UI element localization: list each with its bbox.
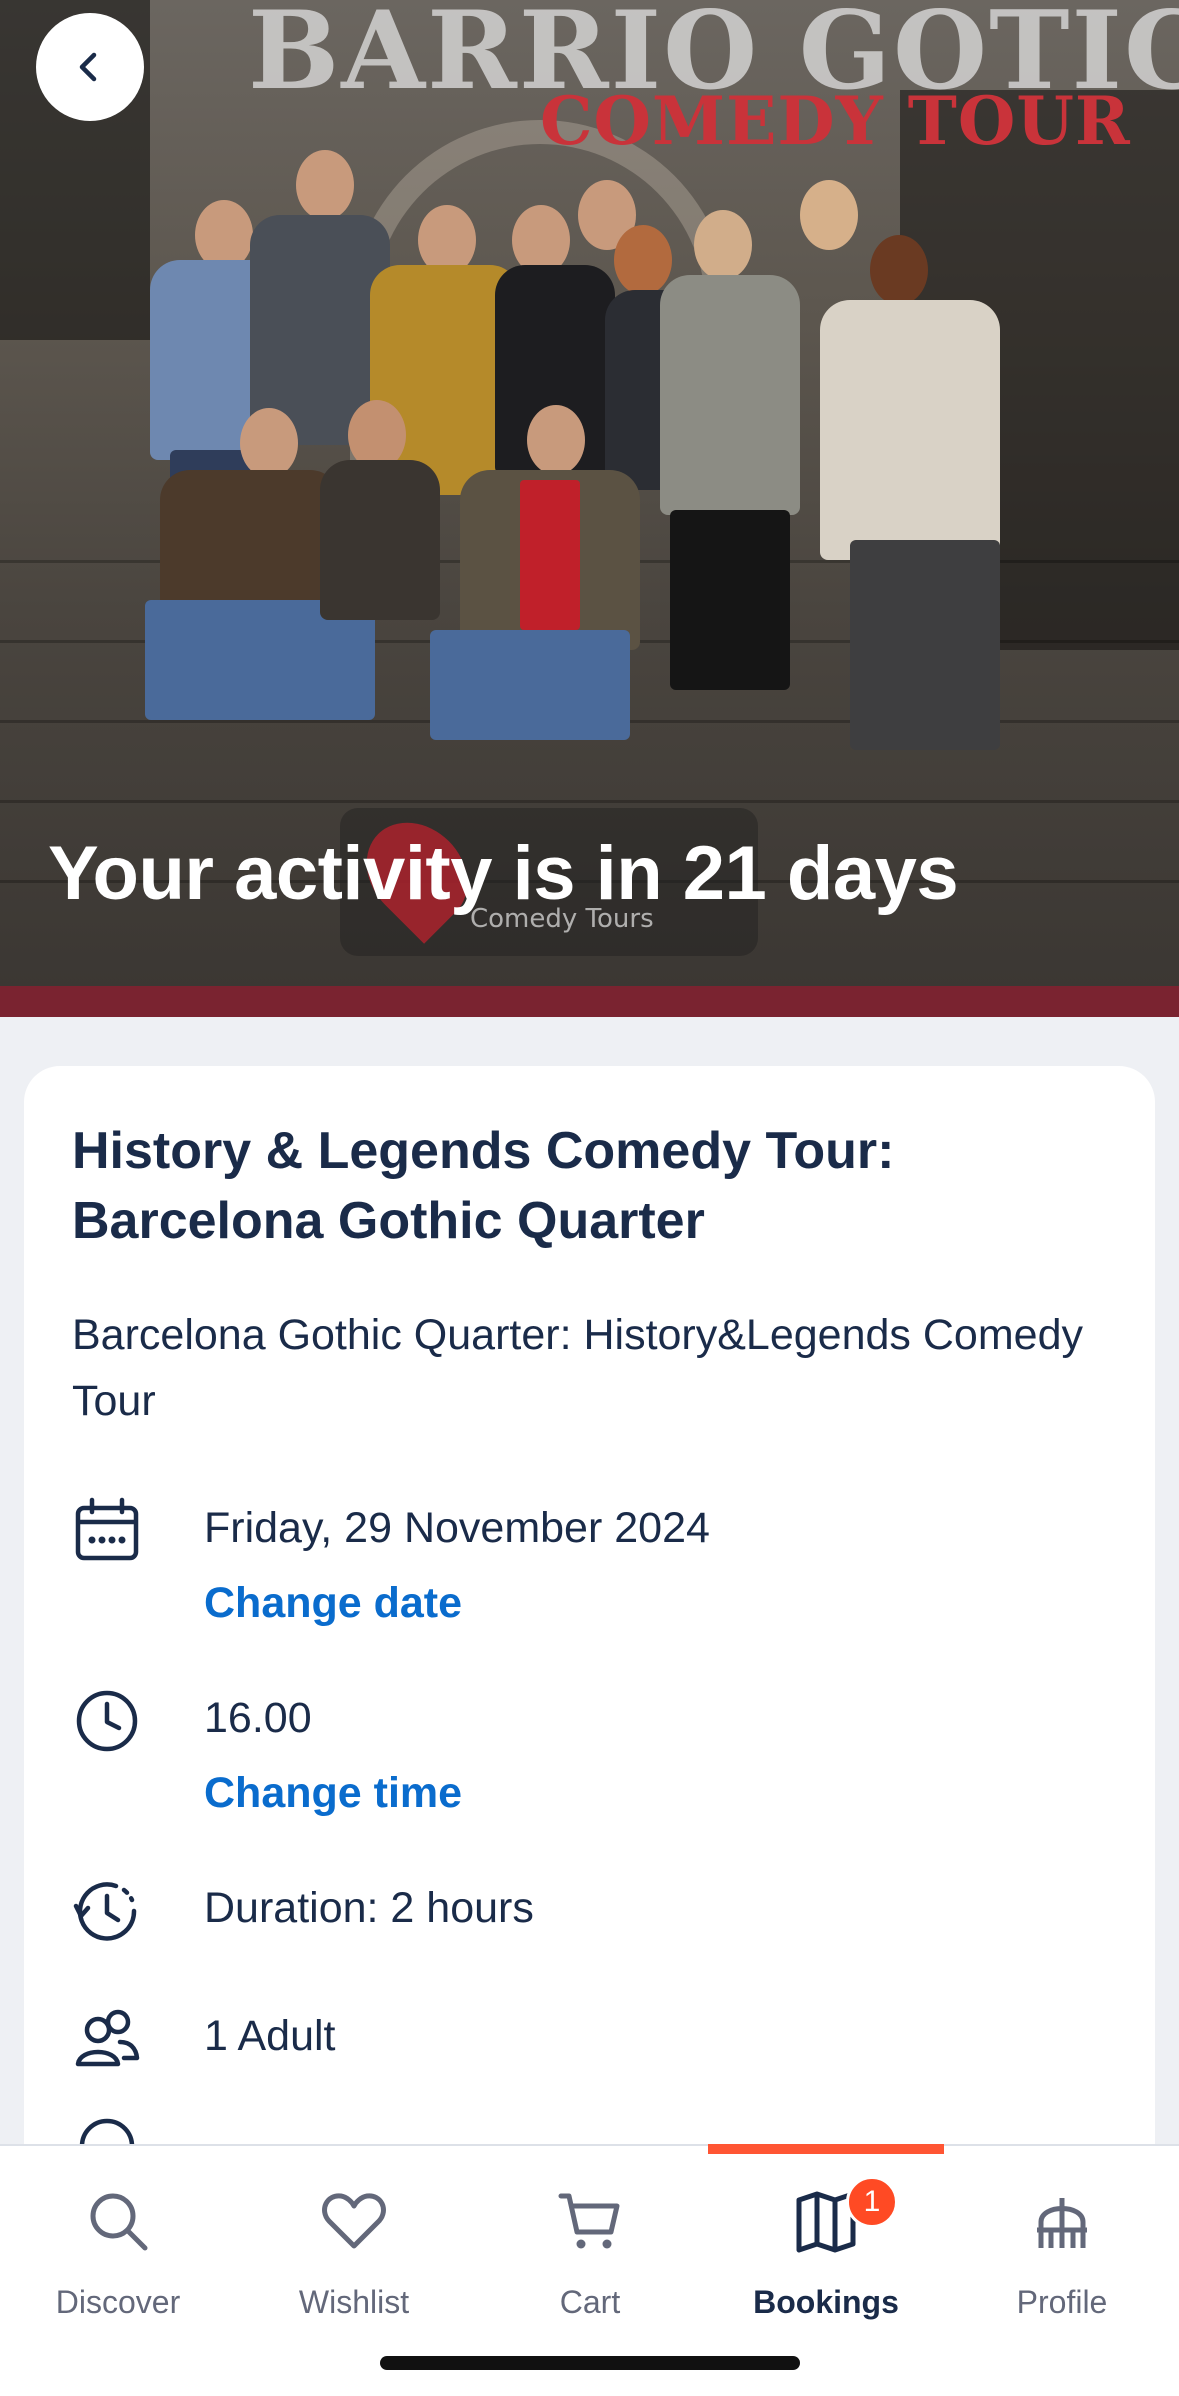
nav-label-profile: Profile <box>1016 2284 1108 2320</box>
bookings-badge: 1 <box>846 2176 898 2228</box>
change-date-link[interactable]: Change date <box>204 1579 462 1628</box>
participants-row: 1 Adult <box>72 2004 1102 2084</box>
change-time-link[interactable]: Change time <box>204 1769 462 1818</box>
cart-icon <box>558 2193 620 2249</box>
search-icon <box>90 2193 148 2251</box>
nav-discover[interactable]: Discover <box>0 2176 236 2326</box>
next-row-partial <box>72 2106 142 2147</box>
chevron-left-icon <box>79 52 97 82</box>
hero-image: BARRIO GOTICO COMEDY TOUR <box>0 0 1179 1017</box>
activity-duration: Duration: 2 hours <box>204 1884 534 1932</box>
time-row: 16.00 Change time <box>72 1686 1102 1836</box>
people-icon <box>75 2009 140 2067</box>
duration-row: Duration: 2 hours <box>72 1876 1102 1956</box>
clock-icon <box>76 1690 138 1752</box>
nav-wishlist[interactable]: Wishlist <box>236 2176 472 2326</box>
booking-details-card: History & Legends Comedy Tour: Barcelona… <box>24 1066 1155 2166</box>
nav-label-wishlist: Wishlist <box>298 2284 410 2320</box>
hero-bottom-band <box>0 986 1179 1017</box>
nav-profile[interactable]: Profile <box>944 2176 1179 2326</box>
participants-count: 1 Adult <box>204 2012 336 2060</box>
booking-time: 16.00 <box>204 1694 312 1742</box>
nav-label-cart: Cart <box>559 2284 621 2320</box>
partial-icon <box>79 2118 135 2147</box>
profile-icon <box>1037 2198 1087 2248</box>
activity-option-name: Barcelona Gothic Quarter: History&Legend… <box>72 1311 1083 1425</box>
active-tab-indicator <box>708 2144 944 2154</box>
booking-date: Friday, 29 November 2024 <box>204 1504 710 1552</box>
activity-title: History & Legends Comedy Tour: Barcelona… <box>72 1122 895 1250</box>
nav-cart[interactable]: Cart <box>472 2176 708 2326</box>
nav-label-bookings: Bookings <box>753 2284 899 2320</box>
home-indicator <box>380 2356 800 2370</box>
date-row: Friday, 29 November 2024 Change date <box>72 1496 1102 1646</box>
calendar-icon <box>75 1497 139 1561</box>
nav-bookings[interactable]: 1 Bookings <box>708 2176 944 2326</box>
nav-label-discover: Discover <box>55 2284 181 2320</box>
history-clock-icon <box>73 1882 137 1941</box>
activity-countdown: Your activity is in 21 days <box>48 831 959 916</box>
heart-icon <box>322 2193 386 2249</box>
back-button[interactable] <box>36 13 144 121</box>
